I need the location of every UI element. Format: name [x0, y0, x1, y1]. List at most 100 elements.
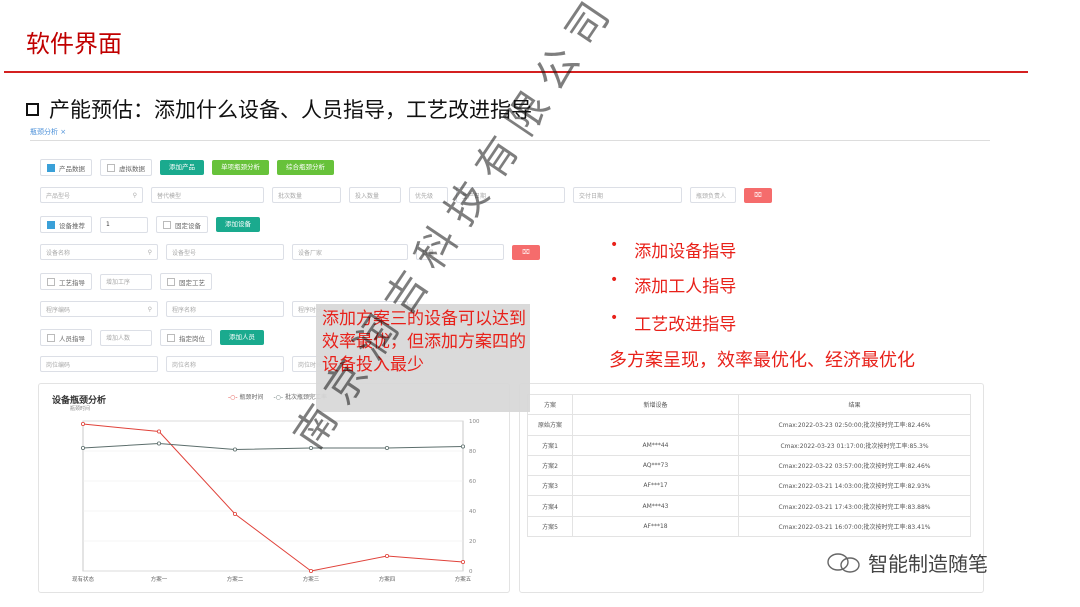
x-tick-label: 现有状态	[72, 575, 95, 583]
equipment-cell: AQ***73	[572, 454, 739, 477]
fixed-post-checkbox[interactable]: 指定岗位	[160, 329, 212, 346]
y-tick-label: 100	[469, 419, 480, 425]
summary-text: 多方案呈现，效率最优化、经济最优化	[609, 350, 915, 371]
x-tick-label: 方案一	[151, 575, 168, 583]
search-icon: ⚲	[147, 248, 152, 256]
scheme-cell: 原始方案	[527, 414, 573, 436]
bullet-item: • 添加工人指导	[610, 272, 737, 297]
data-point	[232, 512, 237, 517]
slide-subtitle: 产能预估：添加什么设备、人员指导，工艺改进指导	[26, 94, 532, 124]
data-point	[308, 568, 313, 573]
brand-name: 智能制造随笔	[868, 552, 988, 576]
plot-frame	[82, 420, 464, 572]
add-staff-button[interactable]: 添加人员	[220, 330, 264, 345]
equipment-qty-input[interactable]: 1	[100, 216, 148, 233]
series-line	[82, 442, 464, 451]
table-row[interactable]: 方案2 AQ***73 Cmax:2022-03-22 03:57:00;批次按时完…	[527, 454, 971, 477]
process-toolbar: 工艺指导 增加工序 固定工艺	[40, 273, 212, 290]
equipment-cell: AF***18	[572, 515, 739, 538]
program-code-input[interactable]: 程序编码 ⚲	[40, 301, 158, 317]
table-row[interactable]: 原始方案 Cmax:2022-03-23 02:50:00;批次按时完工率:82.…	[527, 414, 971, 436]
combined-bottleneck-button[interactable]: 综合瓶颈分析	[277, 160, 334, 175]
fixed-process-checkbox[interactable]: 固定工艺	[160, 273, 212, 290]
column-header: 结果	[738, 393, 971, 416]
add-people-input[interactable]: 增加人数	[100, 329, 152, 346]
staff-guide-checkbox[interactable]: 人员指导	[40, 329, 92, 346]
y-tick-label: 80	[469, 449, 476, 455]
add-product-button[interactable]: 添加产品	[160, 160, 204, 175]
results-table: 方案 新增设备 结果 原始方案 Cmax:2022-03-23 02:50:00;…	[527, 393, 971, 538]
wechat-icon	[827, 552, 860, 573]
x-tick-label: 方案二	[227, 575, 244, 583]
table-row[interactable]: 方案5 AF***18 Cmax:2022-03-21 16:07:00;批次按时完…	[527, 515, 971, 538]
program-name-input[interactable]: 程序名称	[166, 301, 284, 317]
delete-button[interactable]: ⌧	[744, 187, 772, 203]
add-process-input[interactable]: 增加工序	[100, 273, 152, 290]
data-point	[460, 444, 465, 449]
y-tick-label: 60	[469, 479, 476, 485]
result-cell: Cmax:2022-03-21 17:43:00;批次按时完工率:83.88%	[738, 495, 971, 517]
scheme-cell: 方案5	[527, 515, 573, 538]
post-name-input[interactable]: 岗位名称	[166, 356, 284, 372]
equipment-model-input[interactable]: 设备型号	[166, 244, 284, 260]
delivery-date-input[interactable]: 交付日期	[573, 187, 682, 203]
data-point	[81, 421, 86, 426]
virtual-data-checkbox[interactable]: 虚拟数据	[100, 159, 152, 176]
post-code-input[interactable]: 岗位编码	[40, 356, 158, 372]
data-point	[232, 447, 237, 452]
product-data-checkbox[interactable]: 产品数据	[40, 159, 92, 176]
result-cell: Cmax:2022-03-21 14:03:00;批次按时完工率:82.93%	[738, 475, 971, 497]
brand-mark: 智能制造随笔	[826, 548, 988, 577]
substitute-model-input[interactable]: 替代模型	[151, 187, 264, 203]
product-toolbar: 产品数据 虚拟数据 添加产品 单项瓶颈分析 综合瓶颈分析	[40, 159, 334, 176]
series-line	[82, 423, 464, 572]
column-header: 方案	[527, 393, 573, 416]
data-point	[81, 446, 86, 451]
input-qty-input[interactable]: 投入数量	[349, 187, 401, 203]
equipment-name-input[interactable]: 设备名称 ⚲	[40, 244, 158, 260]
staff-toolbar: 人员指导 增加人数 指定岗位 添加人员	[40, 329, 264, 346]
search-icon: ⚲	[132, 191, 137, 199]
x-tick-label: 方案四	[379, 575, 396, 583]
x-tick-label: 方案五	[455, 575, 472, 583]
single-bottleneck-button[interactable]: 单项瓶颈分析	[212, 160, 269, 175]
data-point	[157, 441, 162, 446]
bullet-item: • 添加设备指导	[610, 237, 737, 262]
batch-qty-input[interactable]: 批次数量	[272, 187, 341, 203]
equipment-cell: AM***43	[572, 495, 739, 517]
table-row[interactable]: 方案1 AM***44 Cmax:2022-03-23 01:17:00;批次按时完…	[527, 434, 971, 456]
data-point	[157, 429, 162, 434]
product-input-row: 产品型号 ⚲ 替代模型 批次数量 投入数量 优先级 生产日期 交付日期 瓶颈负责人…	[40, 187, 772, 203]
bullet-item: • 工艺改进指导	[610, 310, 737, 335]
delete-button[interactable]: ⌧	[512, 244, 540, 260]
y-tick-label: 20	[469, 539, 476, 545]
equipment-cell: AM***44	[572, 434, 739, 456]
scheme-cell: 方案3	[527, 475, 573, 497]
result-cell: Cmax:2022-03-21 16:07:00;批次按时完工率:83.41%	[738, 515, 971, 538]
result-cell: Cmax:2022-03-22 03:57:00;批次按时完工率:82.46%	[738, 454, 971, 477]
column-header: 新增设备	[572, 393, 739, 416]
subtitle-text: 产能预估：添加什么设备、人员指导，工艺改进指导	[49, 98, 532, 122]
x-tick-label: 方案三	[303, 575, 320, 583]
add-equipment-button[interactable]: 添加设备	[216, 217, 260, 232]
scheme-cell: 方案1	[527, 434, 573, 456]
data-point	[384, 553, 389, 558]
table-row[interactable]: 方案3 AF***17 Cmax:2022-03-21 14:03:00;批次按时完…	[527, 475, 971, 497]
process-guide-checkbox[interactable]: 工艺指导	[40, 273, 92, 290]
scheme-cell: 方案4	[527, 495, 573, 517]
equipment-toolbar: 设备推荐 1 固定设备 添加设备	[40, 216, 260, 233]
table-row[interactable]: 方案4 AM***43 Cmax:2022-03-21 17:43:00;批次按时完…	[527, 495, 971, 517]
slide-title: 软件界面	[26, 30, 122, 58]
breadcrumb[interactable]: 瓶颈分析 ×	[30, 127, 66, 137]
equipment-cell	[572, 414, 739, 436]
y-tick-label: 40	[469, 509, 476, 515]
fixed-equipment-checkbox[interactable]: 固定设备	[156, 216, 208, 233]
equipment-recommend-checkbox[interactable]: 设备推荐	[40, 216, 92, 233]
result-cell: Cmax:2022-03-23 01:17:00;批次按时完工率:85.3%	[738, 434, 971, 456]
product-model-input[interactable]: 产品型号 ⚲	[40, 187, 143, 203]
result-cell: Cmax:2022-03-23 02:50:00;批次按时完工率:82.46%	[738, 414, 971, 436]
data-point	[460, 559, 465, 564]
y-tick-label: 0	[469, 569, 473, 575]
owner-input[interactable]: 瓶颈负责人	[690, 187, 736, 203]
search-icon: ⚲	[147, 305, 152, 313]
